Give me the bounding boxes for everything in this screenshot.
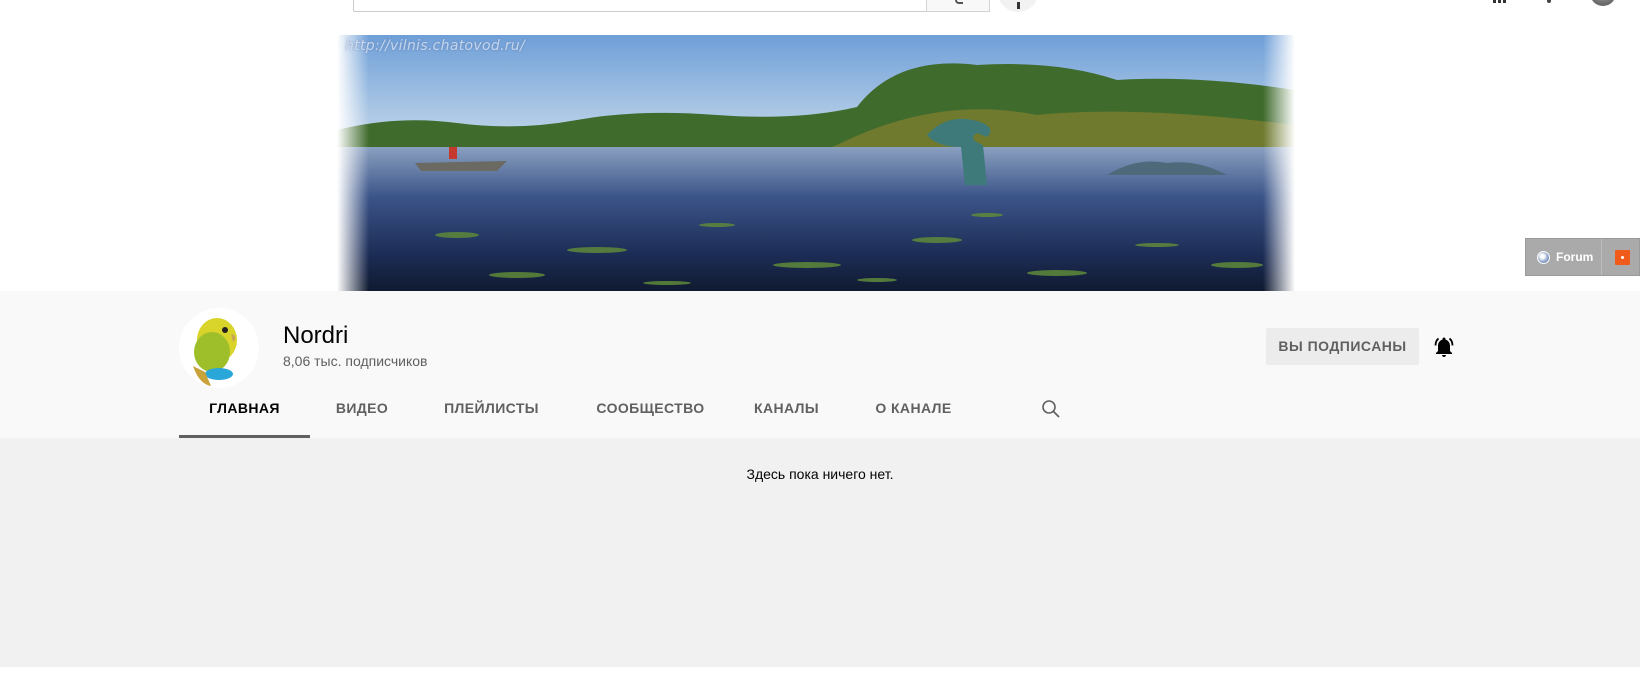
tab-videos[interactable]: ВИДЕО: [310, 390, 414, 438]
search-icon: [955, 0, 963, 4]
channel-banner: http://vilnis.chatovod.ru/: [337, 35, 1295, 291]
budgie-avatar-image: [179, 308, 259, 388]
notifications-icon[interactable]: [1544, 0, 1554, 4]
subscribed-button[interactable]: ВЫ ПОДПИСАНЫ: [1266, 328, 1419, 365]
tab-about[interactable]: О КАНАЛЕ: [841, 390, 986, 438]
subscriber-count: 8,06 тыс. подписчиков: [283, 353, 428, 369]
channel-content: Здесь пока ничего нет.: [0, 438, 1640, 667]
search-button[interactable]: [926, 0, 990, 12]
search-icon[interactable]: [1041, 399, 1061, 419]
channel-avatar[interactable]: [179, 308, 259, 388]
rss-icon[interactable]: [1615, 250, 1630, 265]
voice-search-button[interactable]: [998, 0, 1038, 12]
tab-home[interactable]: ГЛАВНАЯ: [179, 390, 310, 438]
banner-watermark-url: http://vilnis.chatovod.ru/: [345, 38, 525, 54]
forum-widget[interactable]: Forum: [1525, 238, 1640, 276]
channel-name: Nordri: [283, 322, 349, 349]
bell-icon[interactable]: [1432, 335, 1456, 359]
youtube-channel-page: http://vilnis.chatovod.ru/ Forum Nordri …: [0, 0, 1640, 679]
search-input[interactable]: [353, 0, 927, 12]
masthead: [0, 0, 1640, 14]
tab-channels[interactable]: КАНАЛЫ: [732, 390, 841, 438]
forum-divider: [1601, 239, 1602, 275]
forum-label: Forum: [1556, 250, 1594, 264]
globe-icon: [1537, 251, 1550, 264]
microphone-icon: [1017, 2, 1020, 9]
channel-header: Nordri 8,06 тыс. подписчиков ВЫ ПОДПИСАН…: [0, 291, 1640, 438]
tab-playlists[interactable]: ПЛЕЙЛИСТЫ: [414, 390, 569, 438]
apps-grid-icon[interactable]: [1493, 0, 1507, 4]
account-avatar[interactable]: [1590, 0, 1616, 6]
banner-image: [337, 35, 1295, 291]
empty-state-message: Здесь пока ничего нет.: [746, 466, 894, 482]
tab-community[interactable]: СООБЩЕСТВО: [569, 390, 732, 438]
